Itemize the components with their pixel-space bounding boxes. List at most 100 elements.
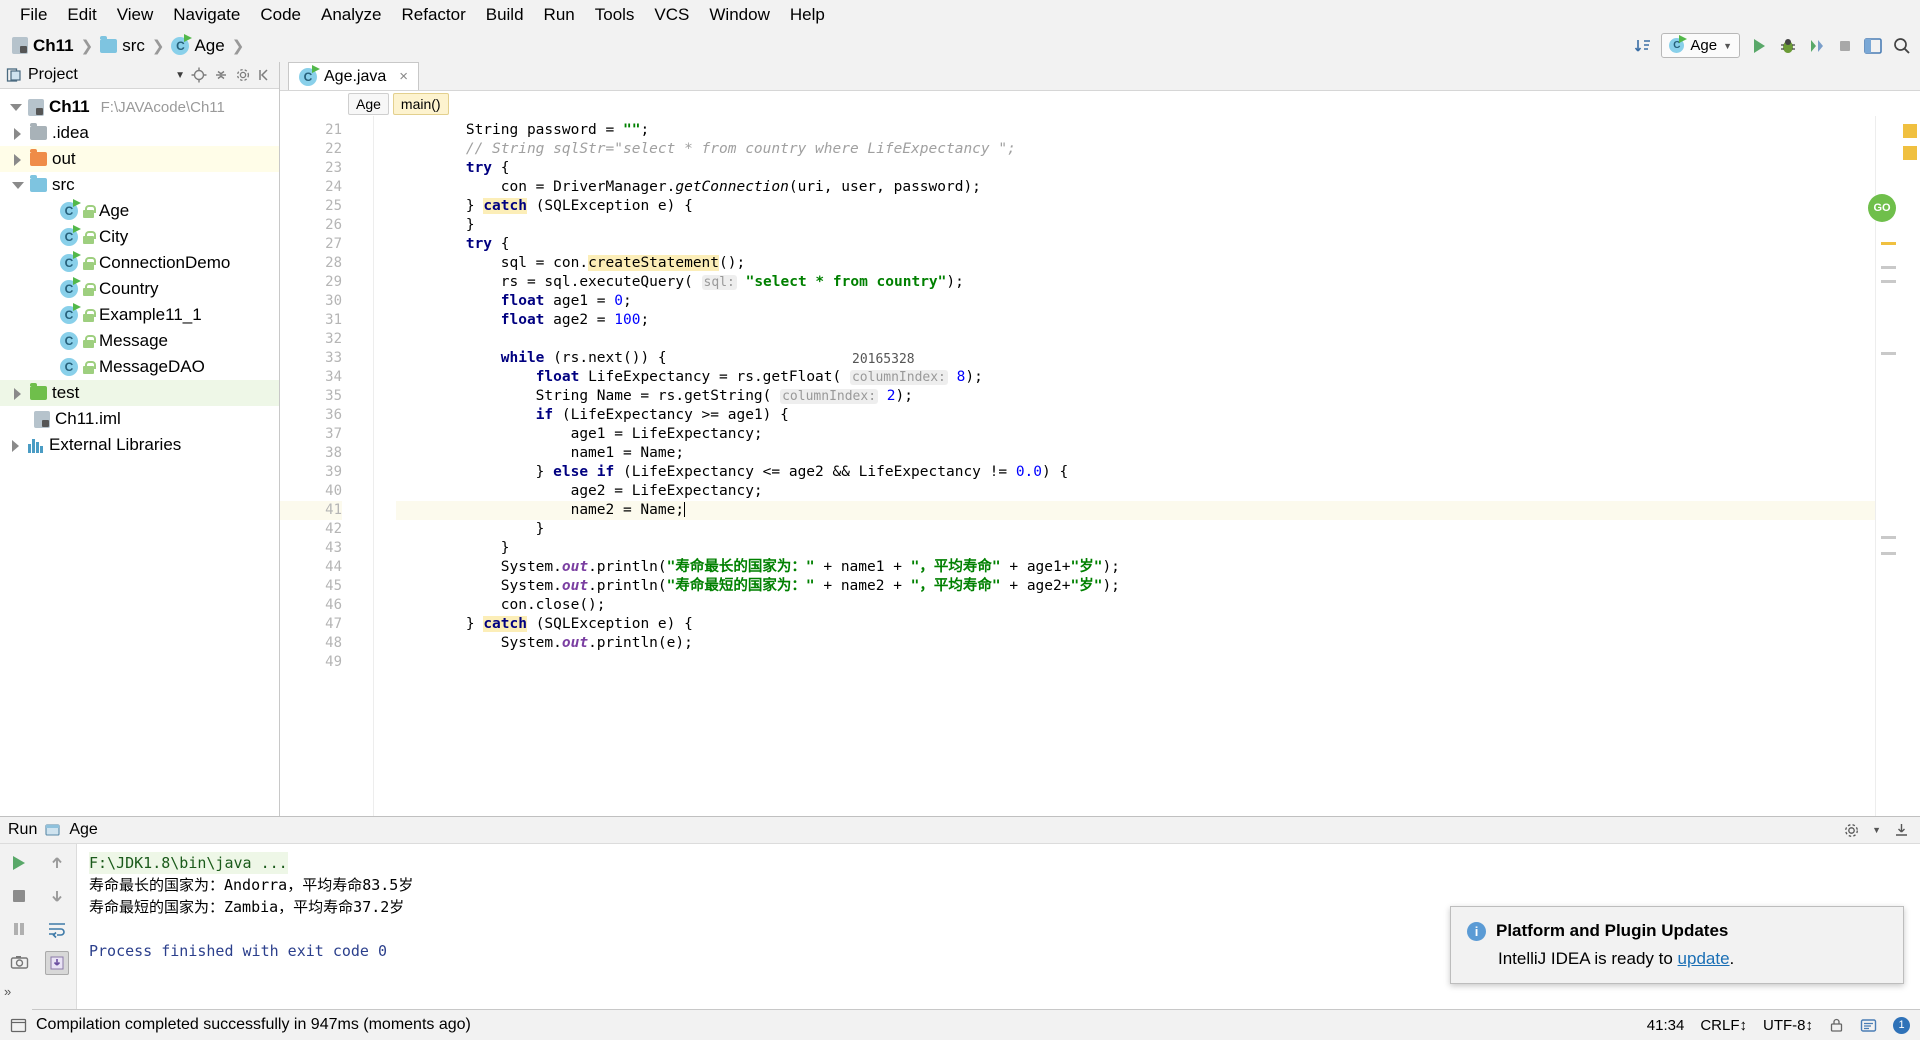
change-marker[interactable]: [1881, 280, 1896, 283]
menu-item-tools[interactable]: Tools: [585, 3, 645, 27]
editor-marker-bar[interactable]: GO: [1868, 116, 1898, 816]
breadcrumb-module[interactable]: Ch11: [10, 36, 76, 56]
change-marker[interactable]: [1881, 552, 1896, 555]
menu-item-vcs[interactable]: VCS: [644, 3, 699, 27]
menu-item-file[interactable]: File: [10, 3, 57, 27]
notification-popup[interactable]: i Platform and Plugin Updates IntelliJ I…: [1450, 906, 1904, 984]
settings-icon[interactable]: [1843, 822, 1860, 839]
menu-item-window[interactable]: Window: [699, 3, 779, 27]
code-line[interactable]: age2 = LifeExpectancy;: [396, 482, 1875, 501]
tree-item-idea[interactable]: .idea: [0, 120, 279, 146]
breadcrumb-chip-method[interactable]: main(): [392, 92, 449, 115]
line-number[interactable]: 43: [280, 539, 342, 558]
line-number[interactable]: 35: [280, 387, 342, 406]
change-marker[interactable]: [1881, 266, 1896, 269]
tree-item-out[interactable]: out: [0, 146, 279, 172]
caret-position[interactable]: 41:34: [1647, 1017, 1685, 1034]
menu-item-help[interactable]: Help: [780, 3, 835, 27]
chevron-down-icon[interactable]: [8, 100, 23, 115]
file-encoding[interactable]: UTF-8↕: [1763, 1017, 1813, 1034]
expand-strip-icon[interactable]: »: [4, 984, 11, 999]
line-number[interactable]: 24: [280, 178, 342, 197]
code-line[interactable]: } catch (SQLException e) {: [396, 615, 1875, 634]
line-number[interactable]: 40: [280, 482, 342, 501]
event-log-badge[interactable]: 1: [1893, 1016, 1910, 1034]
code-line[interactable]: }: [396, 216, 1875, 235]
stop-icon[interactable]: [1836, 37, 1854, 55]
code-line[interactable]: // String sqlStr="select * from country …: [396, 140, 1875, 159]
editor-tab-age-java[interactable]: C Age.java ×: [288, 62, 420, 90]
line-number[interactable]: 47: [280, 615, 342, 634]
code-line[interactable]: rs = sql.executeQuery( sql: "select * fr…: [396, 273, 1875, 292]
line-number[interactable]: 42: [280, 520, 342, 539]
tree-item-src[interactable]: src: [0, 172, 279, 198]
line-number[interactable]: 38: [280, 444, 342, 463]
sort-icon[interactable]: [1634, 37, 1652, 55]
chevron-down-icon[interactable]: ▼: [175, 70, 185, 81]
line-number[interactable]: 49: [280, 653, 342, 672]
breadcrumb-src[interactable]: src: [98, 35, 147, 56]
code-line[interactable]: } catch (SQLException e) {: [396, 197, 1875, 216]
menu-item-build[interactable]: Build: [476, 3, 534, 27]
change-marker[interactable]: [1881, 352, 1896, 355]
locate-icon[interactable]: [191, 67, 207, 83]
line-number[interactable]: 46: [280, 596, 342, 615]
tree-item-message[interactable]: C Message: [0, 328, 279, 354]
inspection-warning-icon[interactable]: [1903, 146, 1917, 160]
code-line[interactable]: System.out.println("寿命最长的国家为：" + name1 +…: [396, 558, 1875, 577]
run-config-tab-label[interactable]: Age: [69, 821, 97, 839]
collapse-all-icon[interactable]: [213, 67, 229, 83]
code-line[interactable]: }: [396, 520, 1875, 539]
code-line[interactable]: float age2 = 100;: [396, 311, 1875, 330]
run-icon[interactable]: [1749, 36, 1769, 56]
tree-item-ch11[interactable]: Ch11 F:\JAVAcode\Ch11: [0, 94, 279, 120]
tree-item-external-libraries[interactable]: External Libraries: [0, 432, 279, 458]
camera-icon[interactable]: [8, 951, 30, 973]
line-number[interactable]: 26: [280, 216, 342, 235]
code-line[interactable]: float LifeExpectancy = rs.getFloat( colu…: [396, 368, 1875, 387]
code-line[interactable]: [396, 330, 1875, 349]
coverage-icon[interactable]: [1807, 36, 1827, 56]
up-arrow-icon[interactable]: [46, 852, 68, 874]
warning-marker[interactable]: [1881, 242, 1896, 245]
change-marker[interactable]: [1881, 536, 1896, 539]
lock-icon[interactable]: [1829, 1017, 1844, 1033]
export-icon[interactable]: [1893, 822, 1910, 839]
code-line[interactable]: System.out.println(e);: [396, 634, 1875, 653]
chevron-down-icon[interactable]: [10, 178, 25, 193]
tree-item-example11-1[interactable]: C Example11_1: [0, 302, 279, 328]
line-number[interactable]: 30: [280, 292, 342, 311]
tree-item-city[interactable]: C City: [0, 224, 279, 250]
line-number[interactable]: 28: [280, 254, 342, 273]
code-line[interactable]: String password = "";: [396, 121, 1875, 140]
tree-item-test[interactable]: test: [0, 380, 279, 406]
line-number[interactable]: 22: [280, 140, 342, 159]
menu-item-analyze[interactable]: Analyze: [311, 3, 391, 27]
code-line[interactable]: name2 = Name;: [396, 501, 1875, 520]
debug-icon[interactable]: [1778, 36, 1798, 56]
line-number[interactable]: 32: [280, 330, 342, 349]
menu-item-refactor[interactable]: Refactor: [391, 3, 475, 27]
down-arrow-icon[interactable]: [46, 885, 68, 907]
menu-item-code[interactable]: Code: [250, 3, 311, 27]
line-separator[interactable]: CRLF↕: [1700, 1017, 1747, 1034]
line-number[interactable]: 27: [280, 235, 342, 254]
line-number[interactable]: 31: [280, 311, 342, 330]
chevron-down-icon[interactable]: ▼: [1872, 825, 1881, 835]
menu-item-view[interactable]: View: [107, 3, 164, 27]
stop-icon[interactable]: [8, 885, 30, 907]
line-number[interactable]: 34: [280, 368, 342, 387]
menu-item-edit[interactable]: Edit: [57, 3, 106, 27]
line-number[interactable]: 33: [280, 349, 342, 368]
inspection-warning-icon[interactable]: [1903, 124, 1917, 138]
breadcrumb-chip-class[interactable]: Age: [348, 92, 389, 115]
pause-icon[interactable]: [8, 918, 30, 940]
project-tree[interactable]: Ch11 F:\JAVAcode\Ch11 .idea out src C Ag…: [0, 89, 279, 816]
code-line[interactable]: try {: [396, 159, 1875, 178]
line-number[interactable]: 25: [280, 197, 342, 216]
code-line[interactable]: float age1 = 0;: [396, 292, 1875, 311]
code-line[interactable]: try {: [396, 235, 1875, 254]
chevron-right-icon[interactable]: [10, 126, 25, 141]
chevron-right-icon[interactable]: [10, 152, 25, 167]
status-message[interactable]: Compilation completed successfully in 94…: [36, 1016, 471, 1034]
